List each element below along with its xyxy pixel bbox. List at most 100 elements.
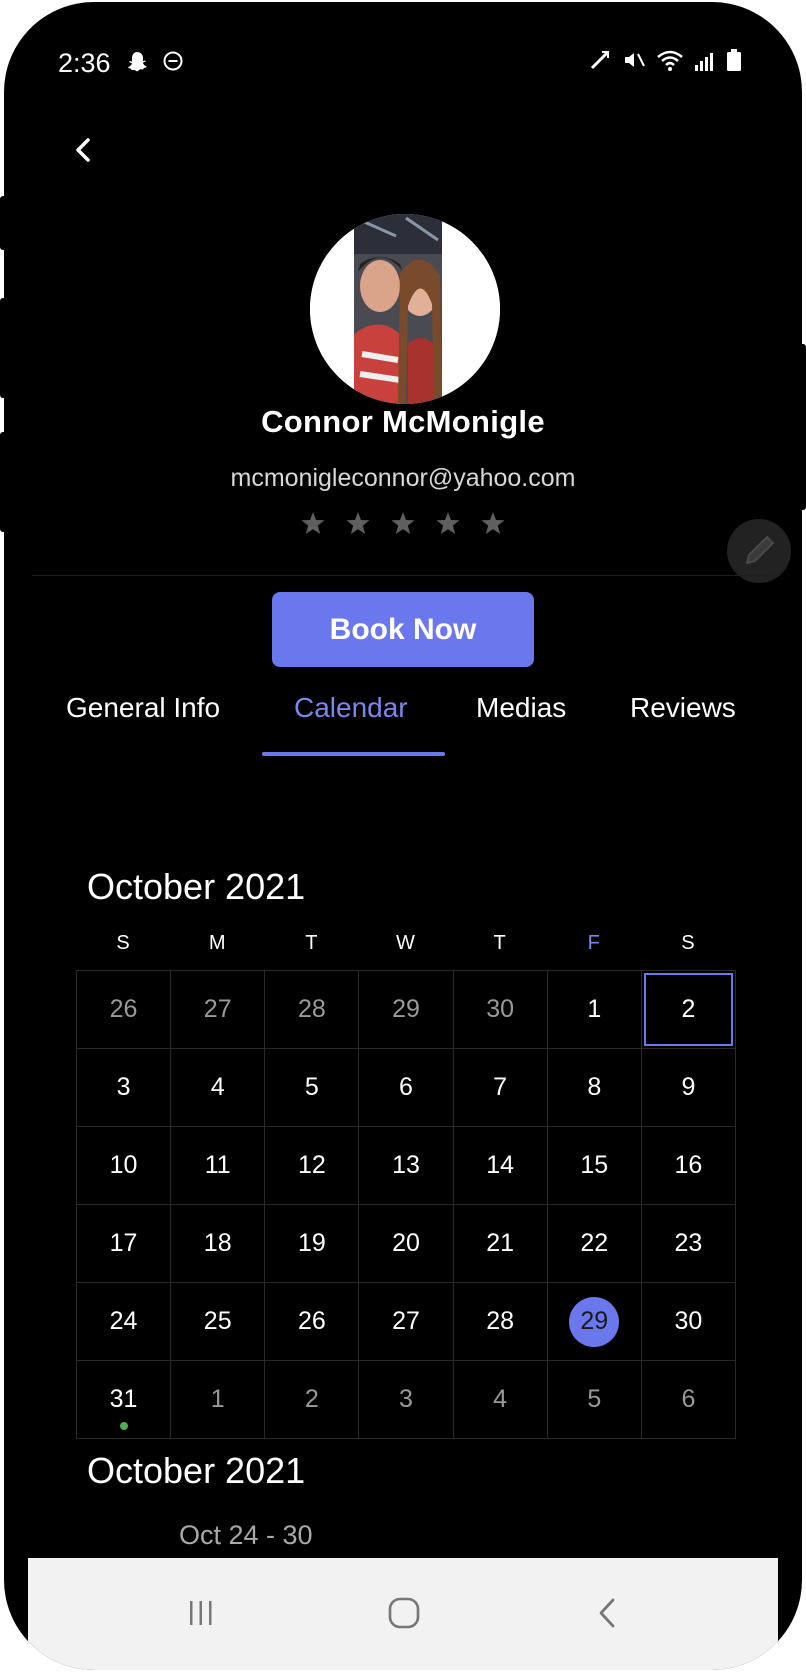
calendar-day-number: 27 xyxy=(392,1307,420,1335)
weekday-label: M xyxy=(208,932,226,954)
calendar-day-cell[interactable]: 10 xyxy=(77,1127,172,1204)
calendar-week-row: 10 11 12 13 14 15 16 xyxy=(77,1127,736,1205)
edit-button[interactable] xyxy=(727,519,791,583)
calendar-day-number: 10 xyxy=(109,1151,138,1179)
calendar-day-cell[interactable]: 4 xyxy=(171,1049,266,1126)
calendar-day-cell[interactable]: 2 xyxy=(642,971,736,1048)
calendar-day-cell[interactable]: 18 xyxy=(171,1205,266,1282)
calendar-day-cell[interactable]: 8 xyxy=(548,1049,642,1126)
calendar-day-cell[interactable]: 31 xyxy=(77,1361,172,1438)
calendar-day-cell[interactable]: 26 xyxy=(265,1283,360,1360)
calendar-day-cell[interactable]: 2 xyxy=(265,1361,360,1438)
calendar-day-number: 24 xyxy=(109,1307,138,1335)
tab-general-info[interactable]: General Info xyxy=(66,692,220,724)
back-arrow-icon xyxy=(599,1598,615,1628)
calendar-day-cell[interactable]: 24 xyxy=(77,1283,172,1360)
calendar-day-cell[interactable]: 6 xyxy=(642,1361,736,1438)
calendar-day-cell[interactable]: 16 xyxy=(642,1127,736,1204)
star-icon xyxy=(391,512,415,534)
calendar-day-cell[interactable]: 12 xyxy=(265,1127,360,1204)
calendar-day-cell[interactable]: 27 xyxy=(359,1283,454,1360)
calendar-day-cell[interactable]: 29 xyxy=(548,1283,642,1360)
star-icon xyxy=(481,512,505,534)
rating-stars xyxy=(300,510,506,536)
calendar-day-number: 5 xyxy=(304,1073,319,1101)
back-button[interactable] xyxy=(64,130,104,170)
calendar-day-number: 28 xyxy=(486,1307,515,1335)
calendar-day-number: 29 xyxy=(392,995,420,1023)
calendar-day-cell[interactable]: 5 xyxy=(548,1361,642,1438)
calendar-day-number: 1 xyxy=(210,1385,225,1413)
calendar-day-cell[interactable]: 6 xyxy=(359,1049,454,1126)
signal-icon xyxy=(694,50,716,77)
tab-reviews[interactable]: Reviews xyxy=(630,692,736,724)
calendar-day-number: 27 xyxy=(203,995,232,1023)
calendar-day-number: 13 xyxy=(392,1151,420,1179)
calendar-week-row: 26 27 28 29 30 1 2 xyxy=(77,970,736,1049)
weekday-label: T xyxy=(305,932,318,954)
calendar-day-cell[interactable]: 1 xyxy=(171,1361,266,1438)
mute-icon xyxy=(622,48,646,77)
calendar-day-cell[interactable]: 11 xyxy=(171,1127,266,1204)
calendar-day-cell[interactable]: 7 xyxy=(454,1049,548,1126)
calendar-week-row: 17 18 19 20 21 22 23 xyxy=(77,1205,736,1283)
calendar-day-cell[interactable]: 1 xyxy=(548,971,642,1048)
calendar-day-number: 3 xyxy=(399,1385,413,1413)
calendar-day-cell[interactable]: 19 xyxy=(265,1205,360,1282)
active-tab-indicator xyxy=(262,752,445,756)
calendar-day-cell[interactable]: 14 xyxy=(454,1127,548,1204)
calendar-day-cell[interactable]: 3 xyxy=(359,1361,454,1438)
weekday-label: S xyxy=(681,932,695,954)
weekday-label: T xyxy=(493,932,506,954)
calendar-day-cell[interactable]: 17 xyxy=(77,1205,172,1282)
calendar-day-cell[interactable]: 30 xyxy=(454,971,548,1048)
status-time: 2:36 xyxy=(58,48,111,78)
calendar-week-row: 3 4 5 6 7 8 9 xyxy=(77,1049,736,1127)
calendar-day-cell[interactable]: 4 xyxy=(454,1361,548,1438)
tab-medias[interactable]: Medias xyxy=(476,692,566,724)
calendar-day-cell[interactable]: 25 xyxy=(171,1283,266,1360)
calendar-day-number: 12 xyxy=(297,1151,326,1179)
home-icon xyxy=(388,1597,420,1629)
calendar-day-cell[interactable]: 13 xyxy=(359,1127,454,1204)
calendar-day-cell[interactable]: 26 xyxy=(77,971,172,1048)
tab-calendar[interactable]: Calendar xyxy=(294,692,408,724)
calendar-day-cell[interactable]: 21 xyxy=(454,1205,548,1282)
calendar-day-cell[interactable]: 5 xyxy=(265,1049,360,1126)
battery-icon xyxy=(726,48,742,77)
calendar-day-number: 6 xyxy=(399,1073,413,1101)
calendar-day-cell[interactable]: 23 xyxy=(642,1205,736,1282)
calendar-day-cell[interactable]: 29 xyxy=(359,971,454,1048)
profile-avatar xyxy=(310,214,500,404)
calendar-day-cell[interactable]: 15 xyxy=(548,1127,642,1204)
calendar-day-cell[interactable]: 27 xyxy=(171,971,266,1048)
calendar-weekday-header: S M T W T F S xyxy=(76,932,735,955)
calendar-day-cell[interactable]: 28 xyxy=(454,1283,548,1360)
book-now-button[interactable]: Book Now xyxy=(272,592,534,667)
calendar-day-cell[interactable]: 30 xyxy=(642,1283,736,1360)
section-divider xyxy=(32,575,774,576)
weekday-label: S xyxy=(116,932,130,954)
calendar-day-number: 19 xyxy=(297,1229,326,1257)
calendar-day-number: 14 xyxy=(486,1151,515,1179)
calendar-day-number: 1 xyxy=(587,995,602,1023)
calendar-day-number: 17 xyxy=(109,1229,138,1257)
calendar-day-number: 29 xyxy=(580,1307,609,1335)
home-button[interactable] xyxy=(379,1588,429,1638)
system-back-button[interactable] xyxy=(583,1588,633,1638)
calendar-day-cell[interactable]: 3 xyxy=(77,1049,172,1126)
calendar-day-number: 9 xyxy=(681,1073,696,1101)
chevron-left-icon xyxy=(76,138,90,162)
calendar-day-cell[interactable]: 22 xyxy=(548,1205,642,1282)
calendar-day-number: 31 xyxy=(109,1385,138,1413)
calendar-day-number: 7 xyxy=(493,1073,508,1101)
calendar-day-number: 15 xyxy=(580,1151,609,1179)
recent-apps-button[interactable] xyxy=(176,1588,226,1638)
calendar-day-cell[interactable]: 20 xyxy=(359,1205,454,1282)
profile-name: Connor McMonigle xyxy=(261,404,545,439)
star-icon xyxy=(301,512,325,534)
do-not-disturb-icon xyxy=(162,50,184,77)
calendar-day-cell[interactable]: 28 xyxy=(265,971,360,1048)
calendar-day-cell[interactable]: 9 xyxy=(642,1049,736,1126)
weekday-label: F xyxy=(587,932,600,954)
